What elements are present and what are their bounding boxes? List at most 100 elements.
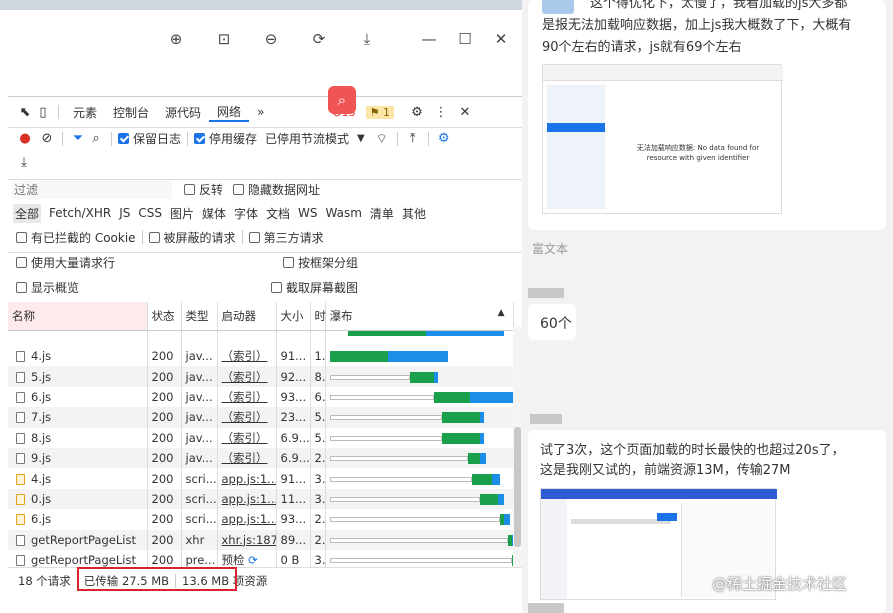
request-name[interactable]: getReportPageList — [31, 533, 136, 547]
inspect-icon[interactable]: ⬉ — [16, 105, 34, 120]
type-media[interactable]: 媒体 — [202, 205, 226, 222]
download-icon[interactable]: ⤓ — [358, 30, 376, 48]
cell-initiator[interactable]: （索引） — [217, 346, 277, 367]
zoom-in-icon[interactable]: ⊕ — [167, 30, 185, 48]
cell-initiator-value[interactable]: app.js:1... — [222, 472, 276, 486]
screenshots-checkbox[interactable]: 截取屏幕截图 — [271, 279, 358, 296]
cell-initiator[interactable]: xhr.js:187 — [217, 529, 277, 550]
table-row-partial[interactable] — [8, 330, 514, 346]
tab-console[interactable]: 控制台 — [105, 104, 157, 121]
close-devtools-icon[interactable]: ✕ — [456, 105, 474, 120]
table-row[interactable]: 6.js 200 scri... app.js:1... 93... 2... — [8, 509, 514, 530]
filter-input[interactable] — [12, 180, 172, 199]
third-party-checkbox[interactable]: 第三方请求 — [248, 229, 324, 246]
preserve-log-checkbox[interactable]: 保留日志 — [118, 130, 181, 147]
request-name[interactable]: 9.js — [31, 451, 51, 465]
minimize-icon[interactable]: — — [420, 30, 438, 48]
warning-count[interactable]: ⚑ 1 — [365, 105, 394, 119]
type-all[interactable]: 全部 — [13, 203, 42, 223]
cell-initiator[interactable]: （索引） — [217, 366, 277, 387]
table-row[interactable]: 7.js 200 jav... （索引） 23... 5... — [8, 407, 514, 428]
request-name[interactable]: 5.js — [31, 370, 51, 384]
throttle-select[interactable]: 已停用节流模式 — [265, 130, 349, 147]
device-icon[interactable]: ▯ — [34, 105, 52, 120]
cell-initiator[interactable]: （索引） — [217, 447, 277, 469]
cell-initiator-value[interactable]: （索引） — [222, 349, 268, 363]
wifi-icon[interactable]: ⌔ — [373, 131, 391, 147]
close-icon[interactable]: ✕ — [492, 30, 510, 48]
cell-initiator-value[interactable]: xhr.js:187 — [222, 533, 276, 547]
type-ws[interactable]: WS — [298, 206, 317, 220]
rotate-icon[interactable]: ⟳ — [310, 30, 328, 48]
fit-icon[interactable]: ⊡ — [215, 30, 233, 48]
cell-initiator-value[interactable]: （索引） — [222, 390, 268, 404]
tab-sources[interactable]: 源代码 — [157, 104, 209, 121]
network-settings-icon[interactable]: ⚙ — [435, 131, 453, 146]
dropdown-arrow-icon[interactable]: ▼ — [357, 133, 365, 144]
cell-initiator[interactable]: （索引） — [217, 407, 277, 428]
col-time[interactable]: 时 — [310, 302, 326, 331]
type-wasm[interactable]: Wasm — [326, 206, 362, 220]
type-font[interactable]: 字体 — [234, 205, 258, 222]
table-row[interactable]: 9.js 200 jav... （索引） 6.9... 2... — [8, 447, 514, 469]
more-tabs-button[interactable]: » — [249, 105, 272, 119]
clear-icon[interactable]: ⊘ — [38, 131, 56, 146]
request-name[interactable]: getReportPageList — [31, 553, 136, 567]
invert-checkbox[interactable]: 反转 — [184, 181, 223, 198]
cell-initiator-value[interactable]: （索引） — [222, 370, 268, 384]
col-status[interactable]: 状态 — [147, 302, 182, 331]
blocked-requests-checkbox[interactable]: 被屏蔽的请求 — [148, 229, 236, 246]
preflight-icon[interactable]: ⟳ — [245, 553, 258, 567]
col-size[interactable]: 大小 — [276, 302, 311, 331]
col-type[interactable]: 类型 — [181, 302, 218, 331]
cell-initiator-value[interactable]: 预检 — [222, 553, 245, 567]
request-name[interactable]: 6.js — [31, 390, 51, 404]
tab-elements[interactable]: 元素 — [65, 104, 105, 121]
overview-checkbox[interactable]: 显示概览 — [16, 279, 79, 296]
col-name[interactable]: 名称 — [8, 302, 148, 331]
upload-icon[interactable]: ⤒ — [404, 131, 422, 146]
cell-initiator[interactable]: app.js:1... — [217, 488, 277, 510]
cell-initiator-value[interactable]: app.js:1... — [222, 512, 276, 526]
scrollbar[interactable] — [513, 327, 522, 567]
type-js[interactable]: JS — [119, 206, 130, 220]
cell-initiator-value[interactable]: （索引） — [222, 431, 268, 445]
cell-initiator[interactable]: （索引） — [217, 427, 277, 448]
cell-initiator-value[interactable]: app.js:1... — [222, 492, 276, 506]
zoom-out-icon[interactable]: ⊖ — [262, 30, 280, 48]
table-row[interactable]: 4.js 200 jav... （索引） 91... 1... — [8, 346, 514, 367]
type-doc[interactable]: 文档 — [266, 205, 290, 222]
col-initiator[interactable]: 启动器 — [217, 302, 277, 331]
screenshot-thumbnail[interactable]: 无法加载响应数据: No data found for resource wit… — [542, 64, 783, 214]
type-other[interactable]: 其他 — [402, 205, 426, 222]
hide-data-urls-checkbox[interactable]: 隐藏数据网址 — [233, 181, 320, 198]
request-name[interactable]: 4.js — [31, 349, 51, 363]
kebab-menu-icon[interactable]: ⋮ — [432, 105, 450, 120]
big-rows-checkbox[interactable]: 使用大量请求行 — [16, 254, 115, 271]
table-row[interactable]: getReportPageList 200 xhr xhr.js:187 89... 2.… — [8, 529, 514, 550]
request-name[interactable]: 0.js — [31, 492, 51, 506]
cell-initiator-value[interactable]: （索引） — [222, 451, 268, 465]
maximize-icon[interactable]: ☐ — [456, 30, 474, 48]
request-name[interactable]: 7.js — [31, 410, 51, 424]
cell-initiator[interactable]: app.js:1... — [217, 468, 277, 489]
cell-initiator-value[interactable]: （索引） — [222, 410, 268, 424]
cell-initiator[interactable]: （索引） — [217, 386, 277, 408]
filter-icon[interactable]: ⏷ — [69, 131, 87, 146]
table-row[interactable]: 4.js 200 scri... app.js:1... 91... 3... — [8, 468, 514, 489]
type-img[interactable]: 图片 — [170, 205, 194, 222]
record-icon[interactable]: ● — [16, 131, 34, 146]
type-css[interactable]: CSS — [138, 206, 162, 220]
search-bubble-icon[interactable]: ⌕ — [328, 86, 356, 114]
settings-icon[interactable]: ⚙ — [408, 105, 426, 120]
request-name[interactable]: 4.js — [31, 472, 51, 486]
group-by-frame-checkbox[interactable]: 按框架分组 — [283, 254, 358, 271]
table-row[interactable]: 8.js 200 jav... （索引） 6.9... 5... — [8, 427, 514, 448]
cell-initiator[interactable]: app.js:1... — [217, 509, 277, 530]
request-name[interactable]: 6.js — [31, 512, 51, 526]
table-row[interactable]: 5.js 200 jav... （索引） 92... 8... — [8, 366, 514, 387]
disable-cache-checkbox[interactable]: 停用缓存 — [194, 130, 257, 147]
type-fetch-xhr[interactable]: Fetch/XHR — [49, 206, 111, 220]
request-name[interactable]: 8.js — [31, 431, 51, 445]
tab-network[interactable]: 网络 — [209, 103, 250, 122]
